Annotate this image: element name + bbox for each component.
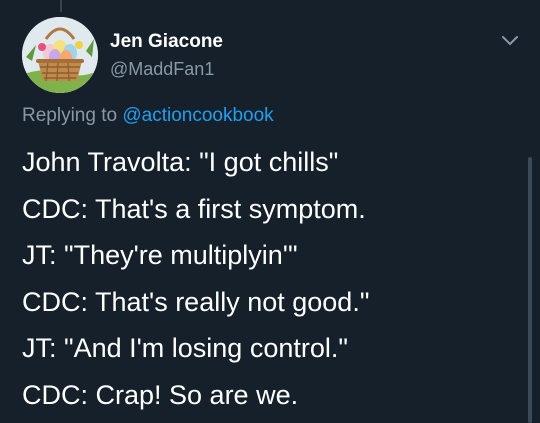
replying-to-context: Replying to @actioncookbook [22,103,274,129]
avatar[interactable] [22,17,98,93]
scrollbar-thumb[interactable] [528,157,532,423]
user-handle[interactable]: @MaddFan1 [110,57,223,81]
user-info: Jen Giacone @MaddFan1 [110,30,223,81]
display-name[interactable]: Jen Giacone [110,30,223,54]
replying-to-label: Replying to [22,105,123,126]
tweet-line: CDC: That's really not good." [22,286,370,317]
tweet-line: CDC: That's a first symptom. [22,193,366,224]
tweet-line: JT: "And I'm losing control." [22,333,348,363]
easter-basket-image [22,17,98,93]
tweet-line: CDC: Crap! So are we. [22,379,299,410]
thread-connector-line [60,0,62,12]
tweet-line: John Travolta: "I got chills" [22,147,339,177]
reply-mention-link[interactable]: @actioncookbook [122,105,273,126]
tweet-line: JT: "They're multiplyin'" [22,240,298,270]
tweet-text: John Travolta: "I got chills" CDC: That'… [22,139,522,418]
chevron-down-icon[interactable] [498,31,522,51]
